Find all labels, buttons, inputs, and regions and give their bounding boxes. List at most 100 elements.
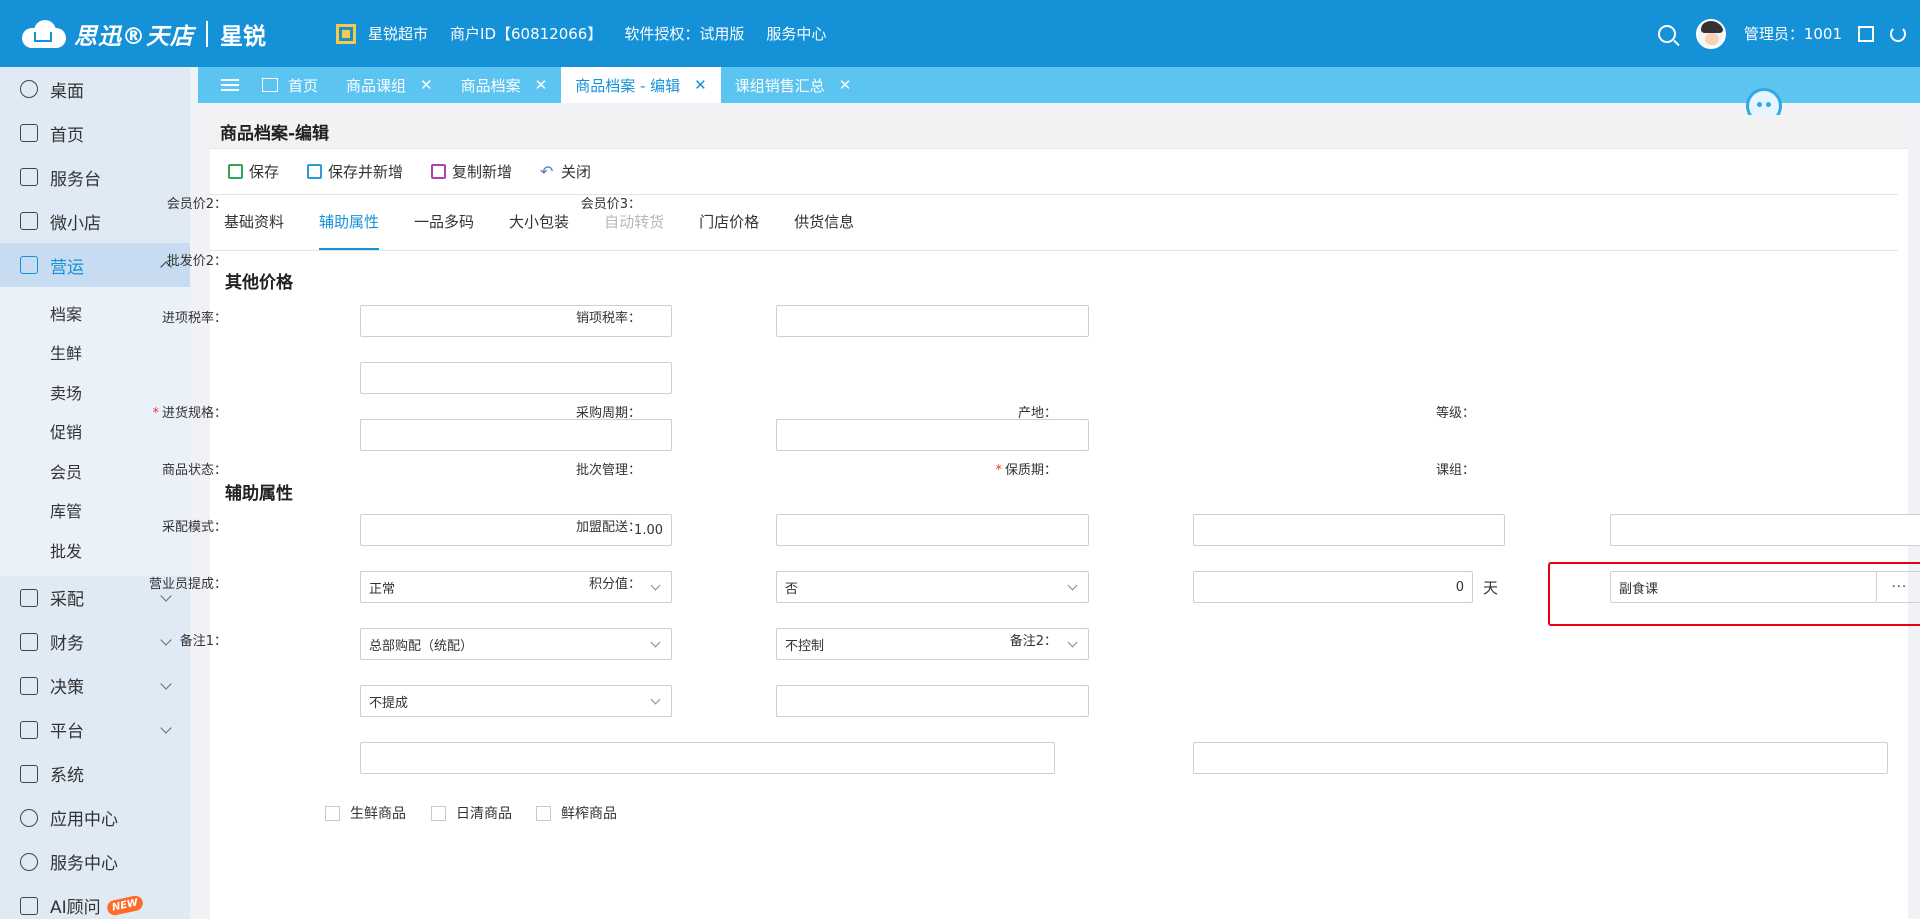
daily-clear-checkbox[interactable]: 日清商品 [431, 803, 512, 823]
commission-value: 不提成 [369, 695, 409, 711]
close-icon[interactable]: ✕ [420, 76, 433, 94]
service-center-link[interactable]: 服务中心 [766, 23, 826, 44]
group-input[interactable]: 副食课 [1610, 571, 1877, 603]
note2-label: 备注2： [1009, 634, 1057, 649]
sidebar-item-ai[interactable]: AI顾问 NEW [0, 884, 190, 919]
purchase-cycle-input[interactable] [776, 514, 1089, 546]
fresh-squeeze-checkbox[interactable]: 鲜榨商品 [536, 803, 617, 823]
sidebar-item-service-center[interactable]: 服务中心 [0, 840, 190, 884]
save-button[interactable]: 保存 [228, 161, 279, 182]
logo[interactable]: 思迅®天店 星锐 [20, 0, 266, 67]
sidebar-item-label: 平台 [50, 722, 84, 742]
menu-toggle-icon[interactable] [212, 67, 248, 103]
system-icon [20, 764, 38, 783]
output-tax-input[interactable] [776, 419, 1089, 451]
close-icon[interactable]: ✕ [694, 76, 707, 94]
output-tax-label: 销项税率： [575, 311, 641, 326]
chevron-down-icon [1067, 580, 1078, 591]
copy-icon [431, 164, 447, 179]
avatar[interactable] [1695, 18, 1726, 49]
purchase-mode-value: 总部购配（统配） [369, 638, 474, 654]
sidebar-item-label: 决策 [50, 678, 84, 698]
origin-label: 产地： [1017, 406, 1057, 421]
close-button[interactable]: ↶ 关闭 [540, 161, 591, 182]
submenu-item-wholesale[interactable]: 批发 [0, 530, 190, 570]
purchase-mode-select[interactable]: 总部购配（统配） [360, 628, 672, 660]
shelf-life-unit: 天 [1483, 579, 1499, 597]
tab-product-archive-edit[interactable]: 商品档案 - 编辑 ✕ [561, 67, 721, 103]
power-icon[interactable] [1890, 25, 1906, 42]
sidebar-item-label: 采配 [50, 590, 84, 610]
group-lookup-button[interactable]: ··· [1877, 571, 1920, 603]
note1-input[interactable] [360, 742, 1055, 774]
sidebar-item-decision[interactable]: 决策 [0, 664, 190, 708]
checkbox-label: 日清商品 [456, 806, 512, 822]
apps-icon [20, 808, 38, 827]
copy-new-button[interactable]: 复制新增 [431, 161, 512, 182]
batch-mgmt-select[interactable]: 否 [776, 571, 1089, 603]
tab-store-prices[interactable]: 门店价格 [699, 211, 759, 250]
cart-icon [20, 588, 38, 607]
qrcode-icon[interactable] [336, 23, 356, 44]
cloud-cart-icon [20, 18, 68, 50]
tab-supply-info[interactable]: 供货信息 [794, 211, 854, 250]
top-header: 思迅®天店 星锐 星锐超市 商户ID【60812066】 软件授权：试用版 服务… [0, 0, 1920, 67]
sidebar-item-label: 营运 [50, 257, 84, 278]
new-badge: NEW [105, 894, 145, 917]
user-name[interactable]: 管理员：1001 [1744, 23, 1842, 44]
tab-basic-info[interactable]: 基础资料 [224, 211, 284, 250]
chevron-down-icon [650, 694, 661, 705]
franchise-delivery-value: 不控制 [785, 638, 825, 654]
tab-label: 首页 [288, 76, 319, 95]
tab-packaging[interactable]: 大小包装 [509, 211, 569, 250]
tab-group-sales-summary[interactable]: 课组销售汇总 ✕ [721, 67, 866, 103]
note1-label: 备注1： [179, 634, 227, 649]
home-icon [20, 124, 38, 142]
fullscreen-icon[interactable] [1858, 25, 1874, 42]
shelf-life-label: * 保质期： [967, 459, 1057, 478]
note2-input[interactable] [1193, 742, 1888, 774]
tab-aux-attributes[interactable]: 辅助属性 [319, 211, 380, 250]
sidebar-item-label: 服务台 [50, 169, 101, 190]
ai-icon [20, 896, 38, 915]
checkbox-box [325, 805, 340, 821]
tab-multi-barcode[interactable]: 一品多码 [414, 211, 474, 250]
close-icon[interactable]: ✕ [839, 76, 852, 94]
close-label: 关闭 [561, 163, 592, 181]
save-and-new-button[interactable]: 保存并新增 [307, 161, 403, 182]
required-mark: * [152, 406, 159, 421]
operations-icon [20, 256, 38, 274]
form-tabs: 基础资料 辅助属性 一品多码 大小包装 自动转货 门店价格 供货信息 [210, 195, 1898, 251]
grade-input[interactable] [1610, 514, 1920, 546]
license-info[interactable]: 软件授权：试用版 [624, 23, 744, 44]
sidebar-item-apps[interactable]: 应用中心 [0, 796, 190, 840]
sidebar-item-desktop[interactable]: 桌面 [0, 67, 190, 111]
sidebar-item-system[interactable]: 系统 [0, 752, 190, 796]
search-icon[interactable] [1657, 24, 1676, 43]
origin-input[interactable] [1193, 514, 1505, 546]
submenu-item-fresh[interactable]: 生鲜 [0, 333, 190, 373]
fresh-product-checkbox[interactable]: 生鲜商品 [325, 803, 406, 823]
home-icon [262, 78, 278, 92]
checkbox-label: 生鲜商品 [350, 806, 406, 822]
checkbox-box [431, 805, 446, 821]
tab-label: 商品档案 [460, 76, 521, 95]
purchase-spec-label-text: 进货规格： [161, 406, 227, 421]
store-name[interactable]: 星锐超市 [368, 23, 428, 44]
commission-select[interactable]: 不提成 [360, 685, 672, 717]
wholesale-price2-input[interactable] [360, 362, 672, 394]
service-center-icon [20, 852, 38, 871]
shelf-life-input[interactable]: 0 [1193, 571, 1473, 603]
tab-product-groups[interactable]: 商品课组 ✕ [332, 67, 447, 103]
input-tax-input[interactable] [360, 419, 672, 451]
points-label: 积分值： [588, 577, 641, 592]
sidebar-item-platform[interactable]: 平台 [0, 708, 190, 752]
header-actions: 管理员：1001 [1657, 0, 1906, 67]
batch-mgmt-label: 批次管理： [575, 463, 641, 478]
points-input[interactable] [776, 685, 1089, 717]
tab-home[interactable]: 首页 [248, 67, 332, 103]
member-price3-input[interactable] [776, 305, 1089, 337]
close-icon[interactable]: ✕ [535, 76, 548, 94]
tab-product-archive[interactable]: 商品档案 ✕ [447, 67, 562, 103]
sidebar-item-home[interactable]: 首页 [0, 111, 190, 155]
